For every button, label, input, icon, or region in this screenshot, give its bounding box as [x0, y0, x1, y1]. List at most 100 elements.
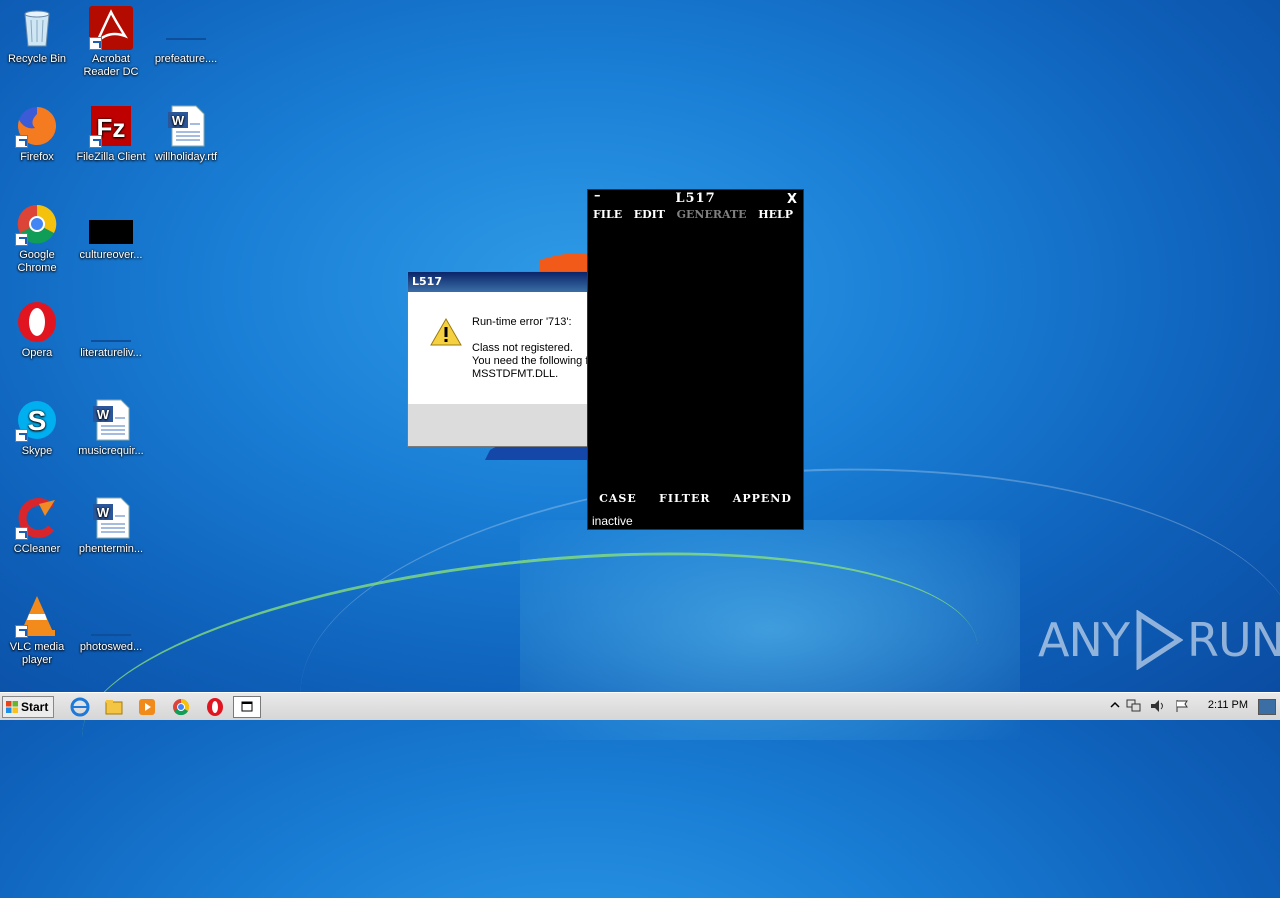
desktop-icon-skype[interactable]: S Skype	[0, 398, 74, 458]
shortcut-arrow-icon	[15, 233, 28, 246]
menu-edit[interactable]: EDIT	[634, 208, 665, 221]
shortcut-arrow-icon	[89, 37, 102, 50]
desktop-icon-label: Skype	[21, 445, 53, 457]
desktop-icon-filezilla[interactable]: Fz FileZilla Client	[74, 104, 148, 164]
folder-icon	[89, 594, 133, 638]
error-dialog[interactable]: L517 Run-time error '713': Class not reg…	[407, 271, 607, 447]
case-button[interactable]: CASE	[599, 492, 637, 505]
desktop-icon-cultureover[interactable]: cultureover...	[74, 202, 148, 262]
desktop-icon-willholiday[interactable]: W willholiday.rtf	[149, 104, 223, 164]
shortcut-arrow-icon	[15, 135, 28, 148]
desktop-icon-acrobat[interactable]: Acrobat Reader DC	[74, 6, 148, 79]
dialog-title[interactable]: L517	[408, 272, 606, 292]
watermark-right: RUN	[1186, 613, 1280, 667]
desktop-icon-photoswed[interactable]: photoswed...	[74, 594, 148, 654]
action-center-flag-icon[interactable]	[1174, 699, 1190, 713]
folder-icon	[89, 300, 133, 344]
skype-icon: S	[15, 398, 59, 442]
desktop-icon-label: musicrequir...	[78, 445, 144, 457]
window-icon	[241, 701, 253, 712]
dialog-body: Run-time error '713': Class not register…	[408, 292, 606, 404]
start-button[interactable]: Start	[2, 696, 54, 718]
network-icon[interactable]	[1126, 699, 1142, 713]
word-doc-icon: W	[89, 496, 133, 540]
desktop-icon-musicrequir[interactable]: W musicrequir...	[74, 398, 148, 458]
desktop-icon-label: Firefox	[20, 151, 54, 163]
recycle-bin-icon	[15, 6, 59, 50]
shortcut-arrow-icon	[15, 625, 28, 638]
desktop-icon-firefox[interactable]: Firefox	[0, 104, 74, 164]
action-buttons: CASE FILTER APPEND	[588, 492, 803, 505]
dialog-footer	[408, 404, 606, 446]
warning-icon	[430, 318, 462, 346]
shortcut-arrow-icon	[15, 527, 28, 540]
window-title: L517	[675, 191, 716, 206]
acrobat-icon	[89, 6, 133, 50]
play-logo-icon	[1136, 610, 1183, 670]
media-player-icon[interactable]	[137, 697, 157, 717]
desktop-icon-literatureliv[interactable]: literatureliv...	[74, 300, 148, 360]
desktop-icon-label: Acrobat Reader DC	[83, 53, 139, 78]
windows-flag-icon	[6, 701, 18, 713]
desktop-icon-label: prefeature....	[154, 53, 218, 65]
svg-text:S: S	[28, 405, 47, 436]
shortcut-arrow-icon	[15, 429, 28, 442]
system-tray: 2:11 PM	[1104, 693, 1280, 720]
svg-text:W: W	[97, 407, 110, 422]
status-text: inactive	[592, 514, 633, 528]
svg-text:W: W	[172, 113, 185, 128]
l517-window[interactable]: – L517 X FILE EDIT GENERATE HELP CASE FI…	[587, 188, 804, 530]
append-button[interactable]: APPEND	[733, 492, 792, 505]
desktop-icon-chrome[interactable]: Google Chrome	[0, 202, 74, 275]
volume-icon[interactable]	[1150, 699, 1166, 713]
chrome-icon[interactable]	[171, 697, 191, 717]
error-line: Run-time error '713':	[472, 316, 572, 328]
desktop-icon-label: CCleaner	[13, 543, 61, 555]
word-doc-icon: W	[89, 398, 133, 442]
l517-titlebar[interactable]: – L517 X	[588, 188, 803, 208]
desktop-icon-label: Google Chrome	[17, 249, 57, 274]
chrome-icon	[15, 202, 59, 246]
start-label: Start	[21, 700, 49, 714]
opera-icon[interactable]	[205, 697, 225, 717]
vlc-icon	[15, 594, 59, 638]
ie-icon[interactable]	[70, 697, 90, 717]
desktop-icon-label: VLC media player	[9, 641, 65, 666]
filezilla-icon: Fz	[89, 104, 133, 148]
tray-expand-icon[interactable]	[1110, 701, 1120, 711]
menu-bar: FILE EDIT GENERATE HELP	[588, 208, 803, 221]
word-doc-icon: W	[164, 104, 208, 148]
desktop-icon-label: FileZilla Client	[76, 151, 146, 163]
shortcut-arrow-icon	[89, 135, 102, 148]
desktop-icon-label: Opera	[21, 347, 53, 359]
desktop-icon-ccleaner[interactable]: CCleaner	[0, 496, 74, 556]
anyrun-watermark: ANY RUN	[1038, 610, 1280, 670]
error-message: Run-time error '713': Class not register…	[472, 316, 588, 381]
close-button[interactable]: X	[787, 192, 797, 207]
filter-button[interactable]: FILTER	[659, 492, 711, 505]
menu-help[interactable]: HELP	[758, 208, 793, 221]
app-window-icon[interactable]	[233, 696, 261, 718]
show-desktop-button[interactable]	[1258, 699, 1276, 715]
taskbar: Start 2:11 PM	[0, 692, 1280, 720]
desktop-icon-label: literatureliv...	[80, 347, 142, 359]
desktop-icon-label: phentermin...	[78, 543, 144, 555]
error-line: You need the following f	[472, 355, 589, 367]
desktop-icon-vlc[interactable]: VLC media player	[0, 594, 74, 667]
ccleaner-icon	[15, 496, 59, 540]
folder-icon	[164, 6, 208, 50]
error-line: MSSTDFMT.DLL.	[472, 368, 559, 380]
desktop-icon-recycle-bin[interactable]: Recycle Bin	[0, 6, 74, 66]
desktop-icon-prefeature[interactable]: prefeature....	[149, 6, 223, 66]
clock[interactable]: 2:11 PM	[1208, 699, 1248, 711]
desktop-icon-label: willholiday.rtf	[154, 151, 218, 163]
desktop-icon-label: cultureover...	[79, 249, 143, 261]
watermark-left: ANY	[1038, 613, 1130, 667]
desktop-icon-phentermin[interactable]: W phentermin...	[74, 496, 148, 556]
menu-file[interactable]: FILE	[593, 208, 622, 221]
black-file-icon	[89, 202, 133, 246]
desktop-icon-opera[interactable]: Opera	[0, 300, 74, 360]
explorer-icon[interactable]	[104, 697, 124, 717]
menu-generate[interactable]: GENERATE	[677, 208, 747, 221]
error-line: Class not registered.	[472, 342, 573, 354]
